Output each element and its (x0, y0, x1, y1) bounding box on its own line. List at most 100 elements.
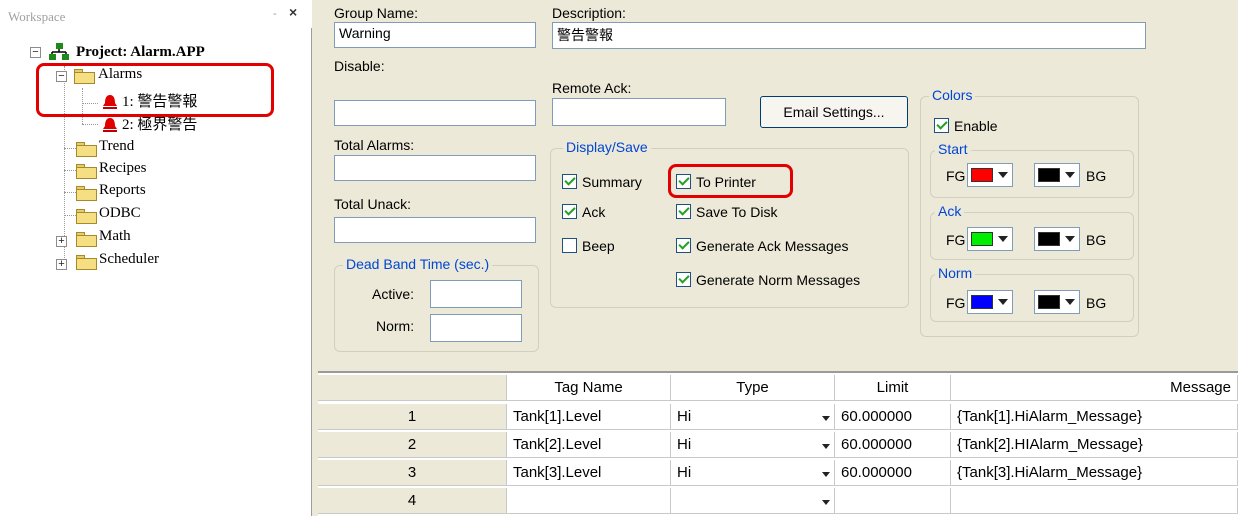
grid-corner (318, 375, 507, 401)
limit-cell[interactable]: 60.000000 (835, 432, 951, 458)
tag-name-cell[interactable]: Tank[3].Level (507, 460, 671, 486)
group-name-field[interactable]: Warning (334, 22, 536, 48)
disable-label: Disable: (334, 58, 385, 74)
total-alarms-field[interactable] (334, 155, 536, 181)
chevron-down-icon[interactable] (822, 416, 830, 421)
limit-cell[interactable] (835, 488, 951, 514)
norm-field[interactable] (430, 314, 522, 342)
summary-label: Summary (582, 174, 642, 190)
tree-line (82, 124, 98, 125)
chevron-down-icon (1065, 236, 1075, 242)
highlight-box (668, 164, 793, 198)
type-cell[interactable]: Hi (671, 432, 835, 458)
tree-item-reports[interactable]: Reports (99, 182, 146, 199)
gen-ack-checkbox[interactable] (676, 238, 691, 253)
chevron-down-icon (998, 299, 1008, 305)
alarm-group-form: Group Name: Warning Disable: Total Alarm… (318, 0, 1238, 368)
norm-fg-label: FG (946, 295, 966, 311)
message-cell[interactable]: {Tank[2].HIAlarm_Message} (951, 432, 1238, 458)
scheduler-expand-icon[interactable]: + (56, 259, 67, 270)
tree-line (64, 215, 76, 216)
ack-fg-color-picker[interactable] (967, 227, 1013, 251)
start-fg-color-picker[interactable] (967, 163, 1013, 187)
type-cell[interactable]: Hi (671, 404, 835, 430)
close-icon[interactable]: × (289, 4, 297, 20)
column-header-limit[interactable]: Limit (835, 375, 951, 401)
ack-bg-label: BG (1086, 232, 1107, 248)
row-number[interactable]: 2 (318, 432, 507, 458)
disable-field[interactable] (334, 100, 536, 126)
folder-icon (76, 142, 97, 157)
message-cell[interactable]: {Tank[3].HiAlarm_Message} (951, 460, 1238, 486)
chevron-down-icon (1065, 299, 1075, 305)
type-cell[interactable] (671, 488, 835, 514)
beep-checkbox[interactable] (562, 238, 577, 253)
active-label: Active: (372, 286, 415, 302)
row-number[interactable]: 4 (318, 488, 507, 514)
start-bg-swatch (1038, 168, 1060, 182)
active-field[interactable] (430, 280, 522, 308)
start-fg-swatch (971, 168, 993, 182)
tree-item-recipes[interactable]: Recipes (99, 160, 146, 177)
limit-cell[interactable]: 60.000000 (835, 460, 951, 486)
chevron-down-icon[interactable] (822, 472, 830, 477)
column-header-message[interactable]: Message (951, 375, 1238, 401)
folder-icon (76, 255, 97, 270)
workspace-title: Workspace (8, 9, 66, 24)
folder-icon (76, 186, 97, 201)
total-unack-label: Total Unack: (334, 196, 412, 212)
start-title: Start (935, 141, 971, 157)
save-to-disk-label: Save To Disk (696, 204, 778, 220)
tag-name-cell[interactable] (507, 488, 671, 514)
gen-norm-label: Generate Norm Messages (696, 272, 861, 288)
description-field[interactable]: 警告警報 (552, 22, 1146, 49)
ack-bg-color-picker[interactable] (1034, 227, 1080, 251)
tree-item-scheduler[interactable]: Scheduler (99, 251, 159, 268)
norm-label: Norm: (376, 318, 415, 334)
pin-icon[interactable]: - (273, 8, 277, 20)
norm-bg-swatch (1038, 295, 1060, 309)
project-icon (49, 43, 69, 60)
tree-item-math[interactable]: Math (99, 228, 131, 245)
enable-colors-checkbox[interactable] (934, 118, 949, 133)
tree-item-trend[interactable]: Trend (99, 138, 134, 155)
ack-colors-title: Ack (935, 203, 965, 219)
chevron-down-icon (998, 236, 1008, 242)
total-alarms-label: Total Alarms: (334, 137, 415, 153)
row-number[interactable]: 3 (318, 460, 507, 486)
tree-item-odbc[interactable]: ODBC (99, 205, 141, 222)
email-settings-button[interactable]: Email Settings... (760, 96, 908, 128)
tag-name-cell[interactable]: Tank[1].Level (507, 404, 671, 430)
gen-norm-checkbox[interactable] (676, 272, 691, 287)
message-cell[interactable]: {Tank[1].HiAlarm_Message} (951, 404, 1238, 430)
limit-cell[interactable]: 60.000000 (835, 404, 951, 430)
tree-line (64, 148, 76, 149)
norm-fg-color-picker[interactable] (967, 290, 1013, 314)
norm-bg-color-picker[interactable] (1034, 290, 1080, 314)
chevron-down-icon[interactable] (822, 500, 830, 505)
tree-project-label[interactable]: Project: Alarm.APP (76, 44, 205, 61)
tag-name-cell[interactable]: Tank[2].Level (507, 432, 671, 458)
total-unack-field[interactable] (334, 217, 536, 243)
ack-fg-swatch (971, 232, 993, 246)
chevron-down-icon[interactable] (822, 444, 830, 449)
remote-ack-field[interactable] (552, 98, 726, 126)
alarm-tags-grid: Tag Name Type Limit Message 1 Tank[1].Le… (318, 371, 1238, 516)
folder-icon (76, 232, 97, 247)
column-header-type[interactable]: Type (671, 375, 835, 401)
summary-checkbox[interactable] (562, 174, 577, 189)
column-header-tag-name[interactable]: Tag Name (507, 375, 671, 401)
row-number[interactable]: 1 (318, 404, 507, 430)
dead-band-title: Dead Band Time (sec.) (343, 256, 493, 272)
math-expand-icon[interactable]: + (56, 236, 67, 247)
type-cell[interactable]: Hi (671, 460, 835, 486)
project-collapse-icon[interactable]: − (30, 47, 41, 58)
start-bg-label: BG (1086, 168, 1107, 184)
start-bg-color-picker[interactable] (1034, 163, 1080, 187)
group-name-label: Group Name: (334, 5, 419, 21)
message-cell[interactable] (951, 488, 1238, 514)
ack-checkbox[interactable] (562, 204, 577, 219)
chevron-down-icon (998, 172, 1008, 178)
beep-label: Beep (582, 238, 615, 254)
save-to-disk-checkbox[interactable] (676, 204, 691, 219)
